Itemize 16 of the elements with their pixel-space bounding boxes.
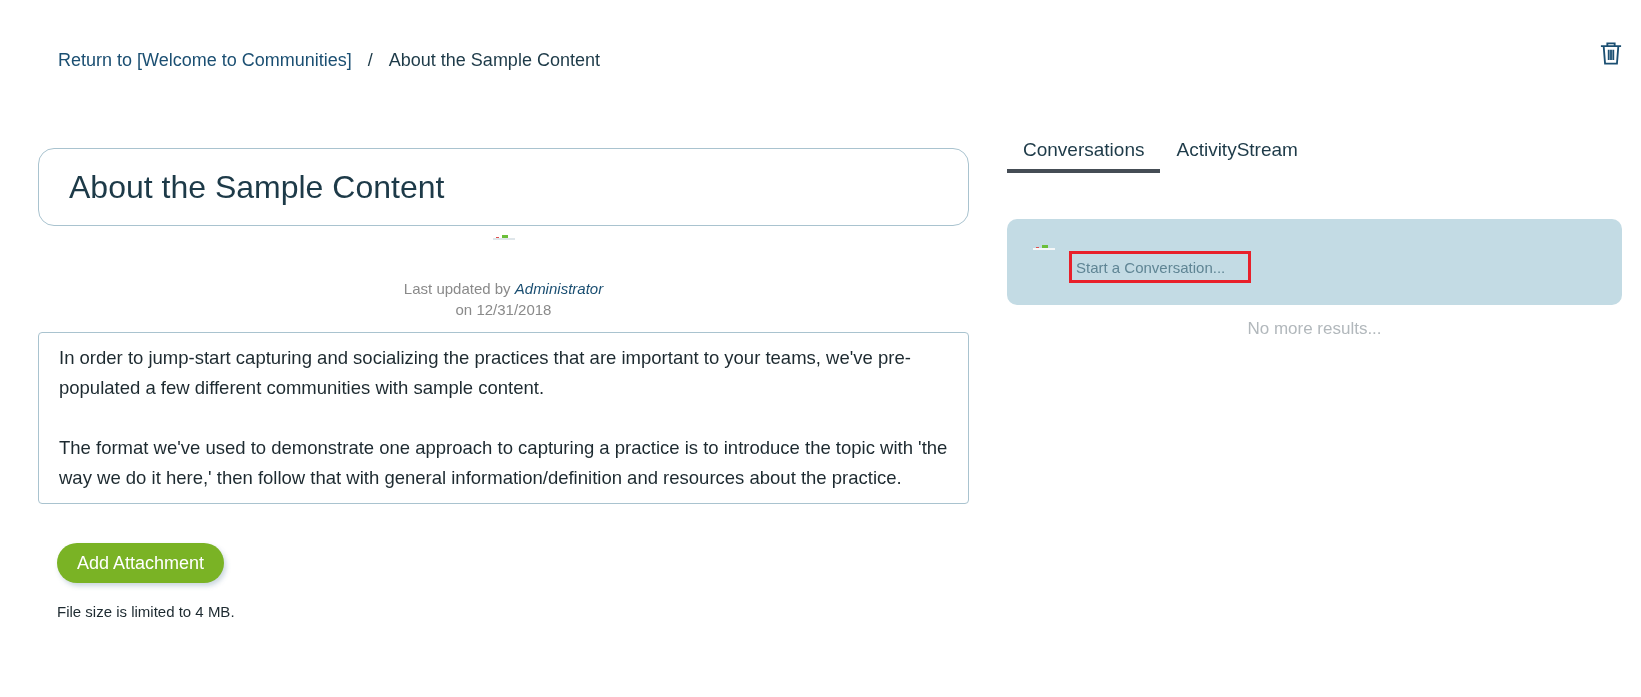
broken-image-icon	[1033, 244, 1055, 250]
updated-date: on 12/31/2018	[455, 300, 552, 320]
tab[interactable]: Conversations	[1007, 139, 1161, 173]
breadcrumb-current: About the Sample Content	[388, 50, 600, 71]
breadcrumb-link[interactable]: Return to [Welcome to Communities]	[58, 50, 352, 71]
delete-icon[interactable]	[1600, 41, 1622, 66]
no-more-results: No more results...	[1246, 319, 1383, 339]
breadcrumb-separator: /	[367, 50, 373, 71]
tab[interactable]: ActivityStream	[1160, 139, 1314, 173]
content-paragraph: In order to jump-start capturing and socializing the practices that are important to your teams, we've pre-populated a few different communities with sample content.	[59, 346, 912, 400]
file-size-note: File size is limited to 4 MB.	[57, 603, 236, 620]
conversation-input[interactable]: Start a Conversation...	[1069, 251, 1251, 283]
content-paragraph: The format we've used to demonstrate one approach to capturing a practice is to introduce the topic with 'the way we do it here,' then follow that with general information/definition and resources about the practice.	[59, 436, 949, 490]
page-title: About the Sample Content	[69, 168, 445, 206]
broken-image-icon	[492, 234, 515, 240]
last-updated-text: Last updated by Administrator	[403, 279, 604, 299]
